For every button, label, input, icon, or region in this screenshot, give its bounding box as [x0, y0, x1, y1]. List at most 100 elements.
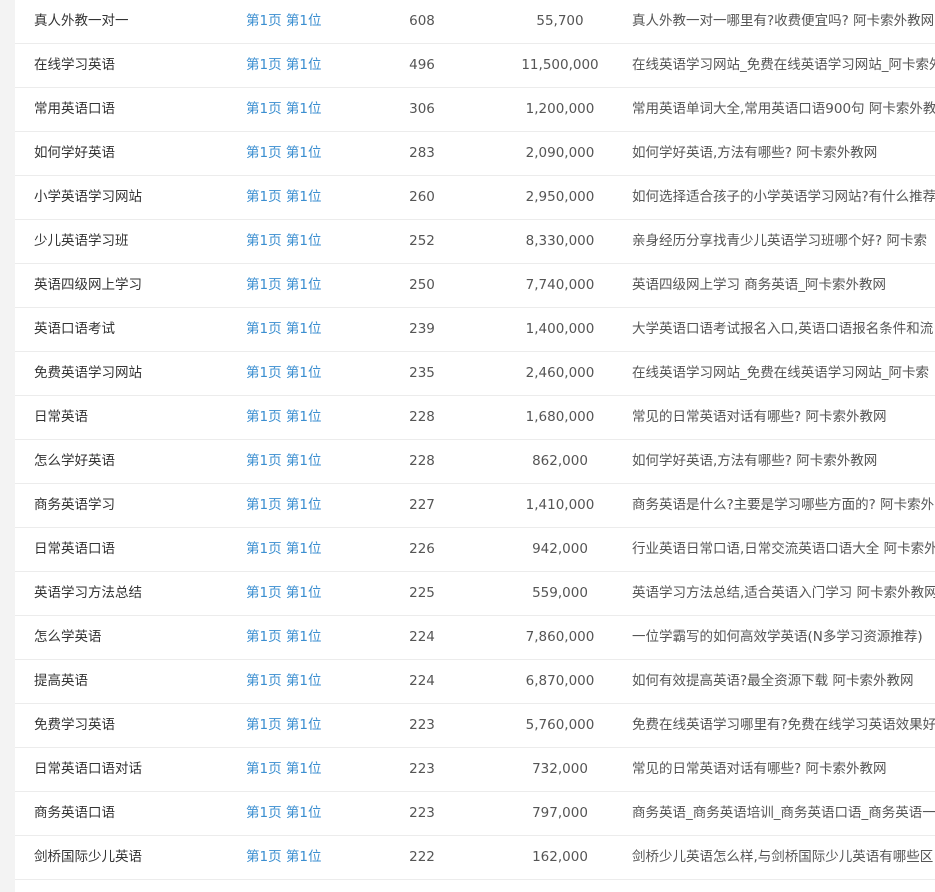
page-title-cell: 英语四级网上学习 商务英语_阿卡索外教网 [632, 277, 887, 293]
rank-link[interactable]: 第1页 第1位 [246, 220, 321, 262]
result-count-cell: 862,000 [532, 453, 588, 469]
rank-link[interactable]: 第1页 第1位 [246, 528, 321, 570]
index-cell: 496 [409, 57, 435, 73]
rank-link[interactable]: 第1页 第1位 [246, 264, 321, 306]
table-row: 如何学好英语 第1页 第1位 283 2,090,000 如何学好英语,方法有哪… [15, 132, 935, 176]
rank-link[interactable]: 第1页 第1位 [246, 704, 321, 746]
table-row: 商务英语学习 第1页 第1位 227 1,410,000 商务英语是什么?主要是… [15, 484, 935, 528]
page-title-cell: 免费在线英语学习哪里有?免费在线学习英语效果好 [632, 717, 935, 733]
keyword-cell: 免费英语学习网站 [34, 365, 142, 381]
index-cell: 260 [409, 189, 435, 205]
page-title-cell: 商务英语是什么?主要是学习哪些方面的? 阿卡索外 [632, 497, 935, 513]
result-count-cell: 1,680,000 [525, 409, 595, 425]
table-row: 英语四级网上学习 第1页 第1位 250 7,740,000 英语四级网上学习 … [15, 264, 935, 308]
result-count-cell: 2,950,000 [525, 189, 595, 205]
table-row: 如何学英语 第1页 第1位 220 4,520,000 一位学霸写的如何高效学英… [15, 880, 935, 892]
page-title-cell: 一位学霸写的如何高效学英语(N多学习资源推荐) [632, 629, 923, 645]
keyword-cell: 如何学英语 [34, 880, 102, 892]
index-cell: 226 [409, 541, 435, 557]
table-row: 日常英语口语对话 第1页 第1位 223 732,000 常见的日常英语对话有哪… [15, 748, 935, 792]
result-count-cell: 7,860,000 [525, 629, 595, 645]
index-cell: 227 [409, 497, 435, 513]
table-row: 怎么学英语 第1页 第1位 224 7,860,000 一位学霸写的如何高效学英… [15, 616, 935, 660]
index-cell: 220 [387, 880, 457, 892]
result-count-cell: 8,330,000 [525, 233, 595, 249]
rank-link[interactable]: 第1页 第1位 [246, 44, 321, 86]
index-cell: 223 [409, 761, 435, 777]
keyword-cell: 日常英语口语对话 [34, 761, 142, 777]
keyword-cell: 免费学习英语 [34, 717, 115, 733]
rank-link[interactable]: 第1页 第1位 [246, 836, 321, 878]
index-cell: 222 [409, 849, 435, 865]
page-title-cell: 常见的日常英语对话有哪些? 阿卡索外教网 [632, 409, 887, 425]
index-cell: 608 [409, 13, 435, 29]
index-cell: 239 [409, 321, 435, 337]
table-row: 日常英语口语 第1页 第1位 226 942,000 行业英语日常口语,日常交流… [15, 528, 935, 572]
keyword-cell: 常用英语口语 [34, 101, 115, 117]
result-count-cell: 7,740,000 [525, 277, 595, 293]
table-body: 真人外教一对一 第1页 第1位 608 55,700 真人外教一对一哪里有?收费… [15, 0, 935, 892]
keyword-cell: 商务英语口语 [34, 805, 115, 821]
index-cell: 224 [409, 673, 435, 689]
table-row: 免费英语学习网站 第1页 第1位 235 2,460,000 在线英语学习网站_… [15, 352, 935, 396]
table-row: 在线学习英语 第1页 第1位 496 11,500,000 在线英语学习网站_免… [15, 44, 935, 88]
result-count-cell: 2,090,000 [525, 145, 595, 161]
page-title-cell: 如何有效提高英语?最全资源下载 阿卡索外教网 [632, 673, 914, 689]
rank-link[interactable]: 第1页 第1位 [246, 440, 321, 482]
rank-link[interactable]: 第1页 第1位 [246, 308, 321, 350]
page-title-cell: 英语学习方法总结,适合英语入门学习 阿卡索外教网 [632, 585, 935, 601]
rank-link[interactable]: 第1页 第1位 [246, 572, 321, 614]
page-title-cell: 一位学霸写的如何高效学英语(N多学习资源推荐) [632, 880, 923, 892]
page-title-cell: 如何选择适合孩子的小学英语学习网站?有什么推荐 [632, 189, 935, 205]
rank-link[interactable]: 第1页 第1位 [246, 132, 321, 174]
keyword-cell: 如何学好英语 [34, 145, 115, 161]
table-row: 小学英语学习网站 第1页 第1位 260 2,950,000 如何选择适合孩子的… [15, 176, 935, 220]
rank-link[interactable]: 第1页 第1位 [246, 880, 321, 892]
page-title-cell: 如何学好英语,方法有哪些? 阿卡索外教网 [632, 145, 878, 161]
result-count-cell: 55,700 [536, 13, 584, 29]
keyword-cell: 怎么学英语 [34, 629, 102, 645]
index-cell: 235 [409, 365, 435, 381]
result-count-cell: 1,400,000 [525, 321, 595, 337]
keyword-cell: 商务英语学习 [34, 497, 115, 513]
keyword-cell: 怎么学好英语 [34, 453, 115, 469]
rank-link[interactable]: 第1页 第1位 [246, 176, 321, 218]
index-cell: 250 [409, 277, 435, 293]
rank-link[interactable]: 第1页 第1位 [246, 0, 321, 42]
result-count-cell: 162,000 [532, 849, 588, 865]
page-title-cell: 常见的日常英语对话有哪些? 阿卡索外教网 [632, 761, 887, 777]
rank-link[interactable]: 第1页 第1位 [246, 352, 321, 394]
rank-link[interactable]: 第1页 第1位 [246, 484, 321, 526]
keyword-cell: 日常英语口语 [34, 541, 115, 557]
table-row: 英语口语考试 第1页 第1位 239 1,400,000 大学英语口语考试报名入… [15, 308, 935, 352]
rank-link[interactable]: 第1页 第1位 [246, 660, 321, 702]
rank-link[interactable]: 第1页 第1位 [246, 748, 321, 790]
keyword-cell: 英语四级网上学习 [34, 277, 142, 293]
page-title-cell: 亲身经历分享找青少儿英语学习班哪个好? 阿卡索 [632, 233, 927, 249]
keyword-cell: 在线学习英语 [34, 57, 115, 73]
index-cell: 223 [409, 805, 435, 821]
result-count-cell: 11,500,000 [521, 57, 599, 73]
result-count-cell: 1,410,000 [525, 497, 595, 513]
table-row: 日常英语 第1页 第1位 228 1,680,000 常见的日常英语对话有哪些?… [15, 396, 935, 440]
rank-link[interactable]: 第1页 第1位 [246, 396, 321, 438]
result-count-cell: 1,200,000 [525, 101, 595, 117]
result-count-cell: 6,870,000 [525, 673, 595, 689]
result-count-cell: 4,520,000 [505, 880, 615, 892]
result-count-cell: 732,000 [532, 761, 588, 777]
page-title-cell: 剑桥少儿英语怎么样,与剑桥国际少儿英语有哪些区 [632, 849, 934, 865]
page-title-cell: 常用英语单词大全,常用英语口语900句 阿卡索外教网 [632, 101, 935, 117]
rank-link[interactable]: 第1页 第1位 [246, 88, 321, 130]
table-row: 剑桥国际少儿英语 第1页 第1位 222 162,000 剑桥少儿英语怎么样,与… [15, 836, 935, 880]
page-title-cell: 商务英语_商务英语培训_商务英语口语_商务英语一 [632, 805, 935, 821]
keyword-cell: 少儿英语学习班 [34, 233, 129, 249]
index-cell: 228 [409, 453, 435, 469]
table-row: 免费学习英语 第1页 第1位 223 5,760,000 免费在线英语学习哪里有… [15, 704, 935, 748]
index-cell: 252 [409, 233, 435, 249]
rank-link[interactable]: 第1页 第1位 [246, 792, 321, 834]
keyword-cell: 日常英语 [34, 409, 88, 425]
rank-link[interactable]: 第1页 第1位 [246, 616, 321, 658]
result-count-cell: 559,000 [532, 585, 588, 601]
table-row: 真人外教一对一 第1页 第1位 608 55,700 真人外教一对一哪里有?收费… [15, 0, 935, 44]
keyword-cell: 英语口语考试 [34, 321, 115, 337]
